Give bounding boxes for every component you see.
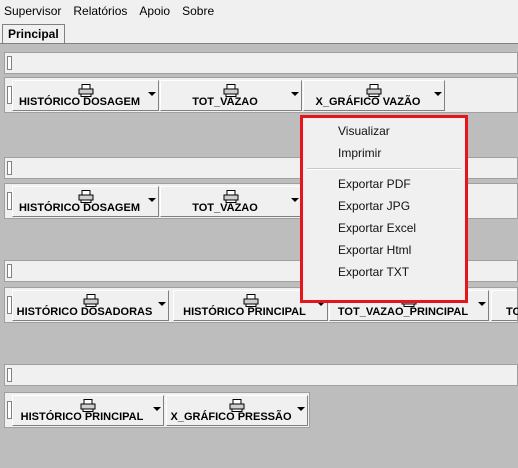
button-label: HISTÓRICO DOSAGEM [18, 96, 140, 108]
tab-strip: Principal [0, 22, 518, 44]
chevron-down-icon[interactable] [148, 92, 156, 96]
menu-item-exportar-html[interactable]: Exportar Html [338, 243, 411, 257]
tab-principal[interactable]: Principal [2, 24, 65, 44]
report-toolbar: HISTÓRICO PRINCIPAL X_GRÁFICO PRESSÃO [4, 392, 310, 428]
button-label: HISTÓRICO PRINCIPAL [20, 411, 144, 423]
button-label: TO [506, 306, 518, 318]
menu-item-exportar-pdf[interactable]: Exportar PDF [338, 177, 411, 191]
button-label: HISTÓRICO PRINCIPAL [183, 306, 306, 318]
menu-item-imprimir[interactable]: Imprimir [338, 146, 381, 160]
button-label: X_GRÁFICO PRESSÃO [170, 411, 292, 423]
grip-handle[interactable] [7, 56, 12, 70]
report-button-historico-dosadoras[interactable]: HISTÓRICO DOSADORAS [12, 290, 169, 321]
chevron-down-icon[interactable] [148, 198, 156, 202]
report-button-x-grafico-vazao[interactable]: X_GRÁFICO VAZÃO [303, 80, 445, 111]
dropdown-menu: Visualizar Imprimir Exportar PDF Exporta… [300, 115, 468, 303]
menu-relatorios[interactable]: Relatórios [73, 4, 127, 18]
button-label: TOT_VAZAO [192, 96, 258, 108]
chevron-down-icon[interactable] [291, 92, 299, 96]
menu-apoio[interactable]: Apoio [139, 4, 170, 18]
grip-handle[interactable] [7, 161, 12, 175]
chevron-down-icon[interactable] [434, 92, 442, 96]
menu-item-exportar-txt[interactable]: Exportar TXT [338, 265, 409, 279]
menu-supervisor[interactable]: Supervisor [4, 4, 61, 18]
report-button-x-grafico-pressao[interactable]: X_GRÁFICO PRESSÃO [166, 395, 308, 426]
button-label: X_GRÁFICO VAZÃO [315, 96, 421, 108]
grip-handle[interactable] [7, 264, 12, 278]
report-button-tot-vazao[interactable]: TOT_VAZAO [160, 80, 302, 111]
section-header [4, 52, 518, 74]
chevron-down-icon[interactable] [158, 302, 166, 306]
menu-item-exportar-excel[interactable]: Exportar Excel [338, 221, 416, 235]
report-button-historico-dosagem[interactable]: HISTÓRICO DOSAGEM [12, 80, 159, 111]
report-button-historico-dosagem[interactable]: HISTÓRICO DOSAGEM [12, 186, 159, 217]
button-label: HISTÓRICO DOSADORAS [16, 306, 153, 318]
menu-item-exportar-jpg[interactable]: Exportar JPG [338, 199, 410, 213]
menu-separator [307, 168, 461, 170]
grip-handle[interactable] [7, 368, 12, 382]
report-toolbar: HISTÓRICO DOSAGEM TOT_VAZAO X_GRÁFICO VA… [4, 77, 518, 113]
chevron-down-icon[interactable] [297, 407, 305, 411]
report-button-tot-vazao[interactable]: TOT_VAZAO [160, 186, 302, 217]
button-label: TOT_VAZAO [192, 202, 258, 214]
button-label: HISTÓRICO DOSAGEM [18, 202, 140, 214]
report-button-to[interactable]: TO [491, 290, 518, 321]
section-header [4, 364, 518, 386]
button-label: TOT_VAZAO_PRINCIPAL [337, 306, 469, 318]
chevron-down-icon[interactable] [478, 302, 486, 306]
menu-bar: Supervisor Relatórios Apoio Sobre [0, 0, 518, 22]
chevron-down-icon[interactable] [291, 198, 299, 202]
menu-sobre[interactable]: Sobre [182, 4, 214, 18]
menu-item-visualizar[interactable]: Visualizar [338, 124, 390, 138]
report-button-historico-principal[interactable]: HISTÓRICO PRINCIPAL [12, 395, 164, 426]
chevron-down-icon[interactable] [153, 407, 161, 411]
